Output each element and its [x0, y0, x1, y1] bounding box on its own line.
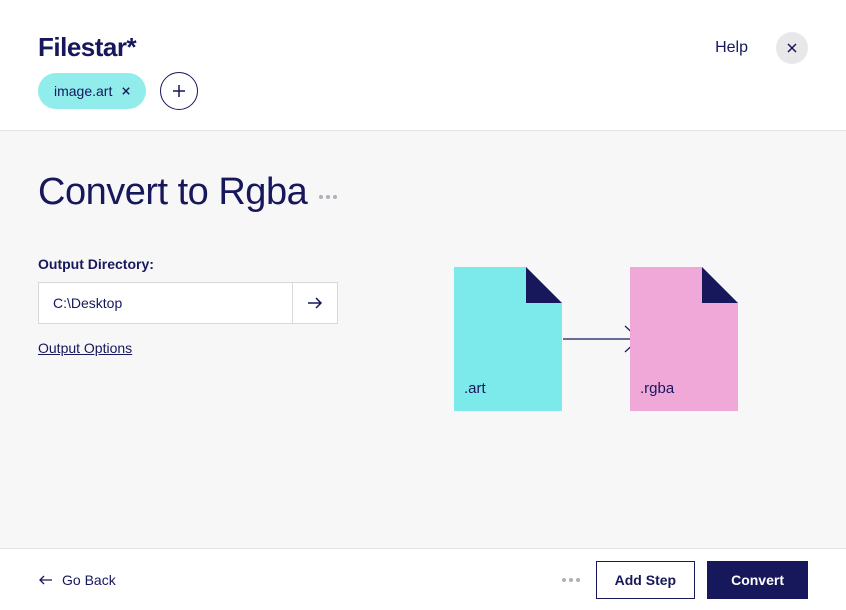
- more-options-icon[interactable]: [319, 195, 337, 199]
- close-icon: [787, 43, 797, 53]
- close-icon: [122, 87, 130, 95]
- file-chip-label: image.art: [54, 83, 112, 99]
- add-file-button[interactable]: [160, 72, 198, 110]
- file-chip-remove[interactable]: [122, 84, 130, 98]
- conversion-diagram: .art .rgba: [454, 267, 738, 411]
- close-button[interactable]: [776, 32, 808, 64]
- target-file-visual: .rgba: [630, 267, 738, 411]
- help-link[interactable]: Help: [715, 39, 748, 57]
- app-logo: Filestar*: [38, 32, 136, 63]
- file-chip[interactable]: image.art: [38, 73, 146, 109]
- source-file-ext: .art: [464, 380, 486, 397]
- source-file-visual: .art: [454, 267, 562, 411]
- arrow-left-icon: [38, 574, 54, 586]
- add-step-button[interactable]: Add Step: [596, 561, 695, 599]
- output-directory-label: Output Directory:: [38, 256, 338, 272]
- page-title: Convert to Rgba: [38, 171, 337, 214]
- plus-icon: [172, 84, 186, 98]
- target-file-ext: .rgba: [640, 380, 674, 397]
- footer-more-icon[interactable]: [562, 578, 580, 582]
- output-directory-input[interactable]: [38, 282, 292, 324]
- arrow-right-icon: [306, 296, 324, 310]
- go-back-label: Go Back: [62, 572, 116, 588]
- browse-directory-button[interactable]: [292, 282, 338, 324]
- go-back-button[interactable]: Go Back: [38, 572, 116, 588]
- convert-button[interactable]: Convert: [707, 561, 808, 599]
- output-options-link[interactable]: Output Options: [38, 340, 338, 356]
